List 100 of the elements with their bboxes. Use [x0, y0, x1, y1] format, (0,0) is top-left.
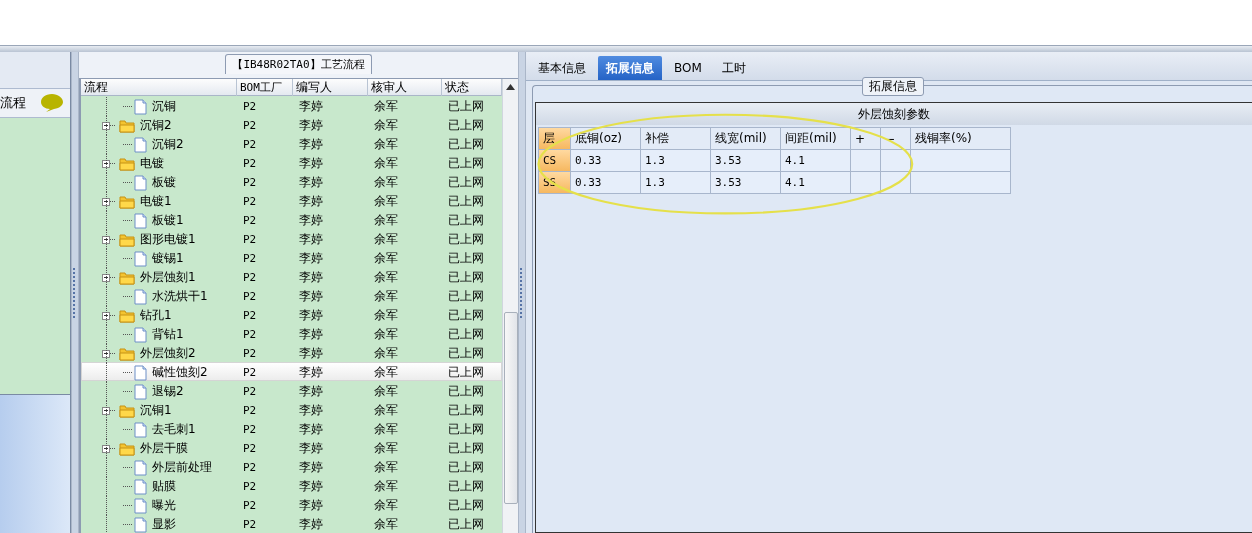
- collapse-icon[interactable]: [102, 159, 110, 168]
- column-header[interactable]: 核审人: [368, 79, 442, 96]
- table-cell-text: 已上网: [447, 250, 485, 267]
- collapse-icon[interactable]: [102, 349, 110, 358]
- table-cell-text: P2: [242, 461, 258, 474]
- table-cell-text: 余军: [373, 98, 399, 115]
- folder-icon: [119, 441, 135, 456]
- table-cell-text: 已上网: [447, 440, 485, 457]
- column-header[interactable]: 残铜率(%): [911, 128, 1011, 150]
- table-cell-text: 已上网: [447, 497, 485, 514]
- scroll-up-icon[interactable]: [506, 84, 515, 90]
- collapse-icon[interactable]: [102, 444, 110, 453]
- splitter-handle[interactable]: [518, 52, 526, 533]
- tree-row[interactable]: 显影 P2 李婷 余军 已上网: [81, 514, 502, 533]
- table-cell-text: P2: [242, 233, 258, 246]
- table-cell-text: P2: [242, 290, 258, 303]
- tab[interactable]: 基本信息: [530, 56, 594, 80]
- table-cell-text: 已上网: [447, 345, 485, 362]
- table-cell-text: P2: [242, 195, 258, 208]
- tab[interactable]: 工时: [713, 56, 754, 80]
- tab[interactable]: 拓展信息: [598, 56, 662, 80]
- table-cell-text: 余军: [373, 288, 399, 305]
- group-title: 【IB48R02TA0】工艺流程: [225, 54, 372, 74]
- column-header[interactable]: 层: [539, 128, 571, 150]
- table-cell-text: 已上网: [447, 421, 485, 438]
- tree-row[interactable]: 沉铜2 P2 李婷 余军 已上网: [81, 115, 502, 134]
- table-cell-text: 李婷: [298, 231, 324, 248]
- tree-row[interactable]: 电镀 P2 李婷 余军 已上网: [81, 153, 502, 172]
- scrollbar[interactable]: [502, 79, 518, 533]
- column-header[interactable]: 编写人: [293, 79, 368, 96]
- panel-title: 外层蚀刻参数: [536, 103, 1252, 125]
- table-cell-text: P2: [242, 119, 258, 132]
- tree-row[interactable]: 退锡2 P2 李婷 余军 已上网: [81, 381, 502, 400]
- collapse-icon[interactable]: [102, 406, 110, 415]
- tree-row[interactable]: 外层干膜 P2 李婷 余军 已上网: [81, 438, 502, 457]
- collapse-icon[interactable]: [102, 235, 110, 244]
- collapse-icon[interactable]: [102, 197, 110, 206]
- document-icon: [134, 516, 147, 533]
- table-cell-text: 李婷: [298, 307, 324, 324]
- node-label: 外层前处理: [152, 459, 212, 476]
- table-cell: 3.53: [711, 172, 781, 194]
- collapse-icon[interactable]: [102, 311, 110, 320]
- tree-row[interactable]: 板镀1 P2 李婷 余军 已上网: [81, 210, 502, 229]
- document-icon: [134, 497, 147, 514]
- table-cell-text: P2: [242, 271, 258, 284]
- table-cell-text: 余军: [373, 345, 399, 362]
- table-cell-text: P2: [242, 138, 258, 151]
- column-header[interactable]: 补偿: [641, 128, 711, 150]
- tree-row[interactable]: 板镀 P2 李婷 余军 已上网: [81, 172, 502, 191]
- document-icon: [134, 174, 147, 191]
- node-label: 水洗烘干1: [152, 288, 208, 305]
- document-icon: [134, 98, 147, 115]
- tree-row[interactable]: 外层前处理 P2 李婷 余军 已上网: [81, 457, 502, 476]
- tree-row[interactable]: 沉铜2 P2 李婷 余军 已上网: [81, 134, 502, 153]
- tree-row[interactable]: 钻孔1 P2 李婷 余军 已上网: [81, 305, 502, 324]
- table-cell: 1.3: [641, 150, 711, 172]
- table-cell-text: 已上网: [447, 98, 485, 115]
- tree-row[interactable]: 曝光 P2 李婷 余军 已上网: [81, 495, 502, 514]
- column-header[interactable]: 线宽(mil): [711, 128, 781, 150]
- node-label: 贴膜: [152, 478, 176, 495]
- tree-row[interactable]: 贴膜 P2 李婷 余军 已上网: [81, 476, 502, 495]
- table-cell: 0.33: [571, 150, 641, 172]
- collapse-icon[interactable]: [102, 121, 110, 130]
- table-cell-text: 已上网: [447, 383, 485, 400]
- tree-row[interactable]: 背钻1 P2 李婷 余军 已上网: [81, 324, 502, 343]
- table-cell-text: 余军: [373, 155, 399, 172]
- document-icon: [134, 326, 147, 343]
- scroll-thumb[interactable]: [503, 312, 518, 504]
- speech-bubble-icon: [40, 93, 64, 113]
- table-cell-text: P2: [242, 100, 258, 113]
- table-cell-text: 李婷: [298, 288, 324, 305]
- table-cell-text: 已上网: [447, 402, 485, 419]
- table-cell-text: 已上网: [447, 231, 485, 248]
- column-header[interactable]: BOM工厂: [237, 79, 293, 96]
- tree-row[interactable]: 去毛刺1 P2 李婷 余军 已上网: [81, 419, 502, 438]
- tree-row[interactable]: 电镀1 P2 李婷 余军 已上网: [81, 191, 502, 210]
- table-cell-text: 李婷: [298, 497, 324, 514]
- document-icon: [134, 364, 147, 381]
- table-cell-text: 余军: [373, 250, 399, 267]
- collapse-icon[interactable]: [102, 273, 110, 282]
- table-cell-text: 李婷: [298, 326, 324, 343]
- table-cell-text: 已上网: [447, 155, 485, 172]
- node-label: 沉铜2: [140, 117, 172, 134]
- tree-row[interactable]: 碱性蚀刻2 P2 李婷 余军 已上网: [81, 362, 502, 381]
- table-cell-text: 李婷: [298, 402, 324, 419]
- tree-row[interactable]: 沉铜1 P2 李婷 余军 已上网: [81, 400, 502, 419]
- table-cell-text: P2: [242, 309, 258, 322]
- table-cell-text: 李婷: [298, 193, 324, 210]
- column-header[interactable]: 间距(mil): [781, 128, 851, 150]
- tree-row[interactable]: 水洗烘干1 P2 李婷 余军 已上网: [81, 286, 502, 305]
- splitter-handle[interactable]: [71, 52, 79, 533]
- tree-row[interactable]: 图形电镀1 P2 李婷 余军 已上网: [81, 229, 502, 248]
- tab[interactable]: BOM: [666, 56, 710, 80]
- tree-row[interactable]: 沉铜 P2 李婷 余军 已上网: [81, 96, 502, 115]
- tree-row[interactable]: 外层蚀刻1 P2 李婷 余军 已上网: [81, 267, 502, 286]
- tree-row[interactable]: 镀锡1 P2 李婷 余军 已上网: [81, 248, 502, 267]
- table-cell-text: 余军: [373, 402, 399, 419]
- column-header[interactable]: 流程: [81, 79, 237, 96]
- table-cell-text: 余军: [373, 269, 399, 286]
- document-icon: [134, 288, 147, 305]
